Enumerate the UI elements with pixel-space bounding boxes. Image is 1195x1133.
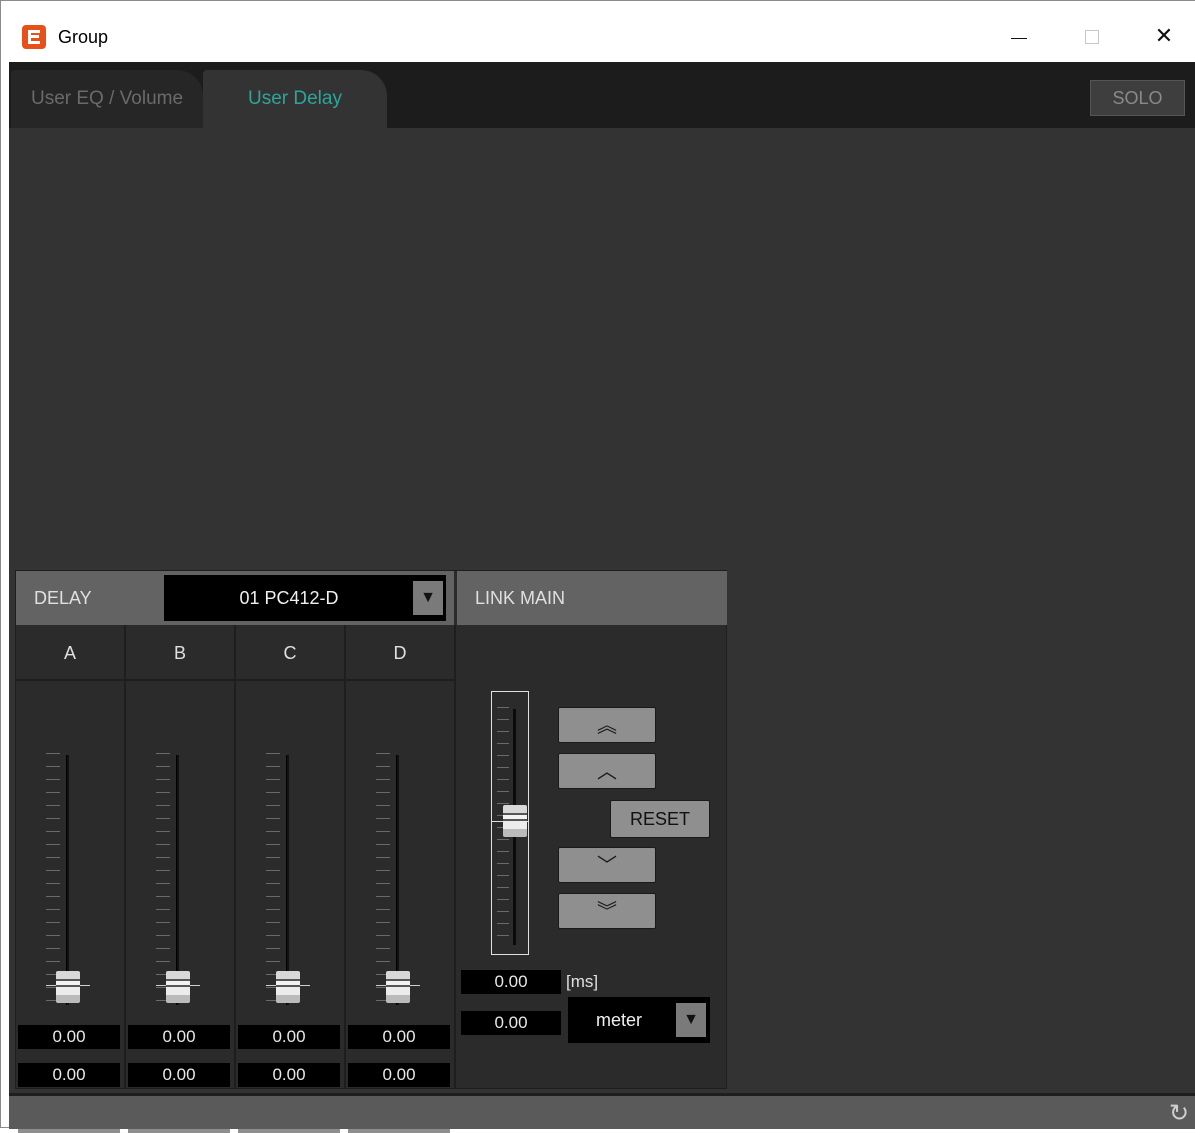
minimize-icon: [1011, 38, 1027, 39]
link-delay-value-field[interactable]: 0.00: [461, 970, 561, 994]
minimize-button[interactable]: [997, 19, 1043, 55]
chevron-up-icon: ︿: [597, 759, 617, 783]
step-up-fast-button[interactable]: ︽: [558, 707, 656, 743]
delay-distance-field[interactable]: 0.00: [128, 1063, 230, 1087]
delay-distance-field[interactable]: 0.00: [238, 1063, 340, 1087]
channel-strip-c: C 0.00 0.00 C: [236, 625, 346, 1133]
fader-scale: [376, 753, 390, 1003]
link-main-header: LINK MAIN: [457, 571, 727, 625]
solo-button[interactable]: SOLO: [1090, 80, 1185, 116]
fader-scale: [46, 753, 60, 1003]
link-fader-knob[interactable]: [503, 805, 527, 837]
unit-select-value: meter: [595, 1010, 642, 1030]
fader-knob[interactable]: [166, 971, 190, 1003]
delay-value-field[interactable]: 0.00: [238, 1025, 340, 1049]
fader-knob[interactable]: [386, 971, 410, 1003]
title-bar[interactable]: Group ✕: [1, 1, 1195, 62]
maximize-button[interactable]: [1069, 19, 1115, 55]
step-down-button[interactable]: ﹀: [558, 847, 656, 883]
delay-panel: DELAY 01 PC412-D ▼ LINK MAIN A 0.00 0.00…: [15, 570, 727, 1133]
channel-strip-a: A 0.00 0.00 A: [16, 625, 126, 1133]
window-title: Group: [58, 27, 109, 47]
chevron-down-icon: ﹀: [597, 853, 617, 877]
delay-value-field[interactable]: 0.00: [348, 1025, 450, 1049]
double-chevron-up-icon: ︽: [597, 713, 617, 737]
unit-select[interactable]: meter ▼: [568, 997, 710, 1043]
close-icon: ✕: [1154, 24, 1174, 49]
channel-header: A: [16, 629, 124, 681]
client-area: User EQ / Volume User Delay SOLO DELAY 0…: [9, 62, 1195, 1133]
delay-value-field[interactable]: 0.00: [18, 1025, 120, 1049]
step-down-fast-button[interactable]: ︾: [558, 893, 656, 929]
channel-strip-d: D 0.00 0.00 D: [346, 625, 456, 1133]
group-window: Group ✕ User EQ / Volume User Delay SOLO…: [0, 0, 1195, 1133]
fader-knob[interactable]: [56, 971, 80, 1003]
channel-header: C: [236, 629, 344, 681]
fader-track[interactable]: [176, 755, 179, 1005]
unit-label: [ms]: [566, 972, 599, 991]
tab-user-delay[interactable]: User Delay: [203, 70, 387, 128]
fader-track[interactable]: [286, 755, 289, 1005]
step-up-button[interactable]: ︿: [558, 753, 656, 789]
app-logo-icon: [22, 25, 46, 49]
channel-header: B: [126, 629, 234, 681]
dropdown-arrow-icon[interactable]: ▼: [676, 1003, 706, 1037]
close-button[interactable]: ✕: [1141, 19, 1187, 55]
tab-bar: User EQ / Volume User Delay SOLO: [9, 62, 1195, 128]
refresh-icon[interactable]: ↻: [1166, 1100, 1192, 1126]
fader-knob[interactable]: [276, 971, 300, 1003]
delay-header-label: DELAY: [34, 588, 92, 608]
delay-value-field[interactable]: 0.00: [128, 1025, 230, 1049]
tab-user-eq-volume[interactable]: User EQ / Volume: [11, 70, 203, 128]
channel-header: D: [346, 629, 454, 681]
double-chevron-down-icon: ︾: [597, 899, 617, 923]
maximize-icon: [1085, 30, 1099, 44]
channel-strip-b: B 0.00 0.00 B: [126, 625, 236, 1133]
status-bar: ↻: [9, 1093, 1195, 1129]
fader-scale: [156, 753, 170, 1003]
fader-track[interactable]: [396, 755, 399, 1005]
delay-distance-field[interactable]: 0.00: [18, 1063, 120, 1087]
fader-track[interactable]: [66, 755, 69, 1005]
delay-distance-field[interactable]: 0.00: [348, 1063, 450, 1087]
reset-button[interactable]: RESET: [610, 800, 710, 838]
link-main-area: ︽ ︿ RESET ﹀ ︾ 0.00 [ms] 0.00 meter ▼: [457, 625, 727, 1089]
device-select-value: 01 PC412-D: [239, 588, 339, 608]
link-distance-field[interactable]: 0.00: [461, 1011, 561, 1035]
device-select[interactable]: 01 PC412-D ▼: [164, 575, 446, 621]
fader-scale: [266, 753, 280, 1003]
dropdown-arrow-icon[interactable]: ▼: [413, 581, 443, 615]
